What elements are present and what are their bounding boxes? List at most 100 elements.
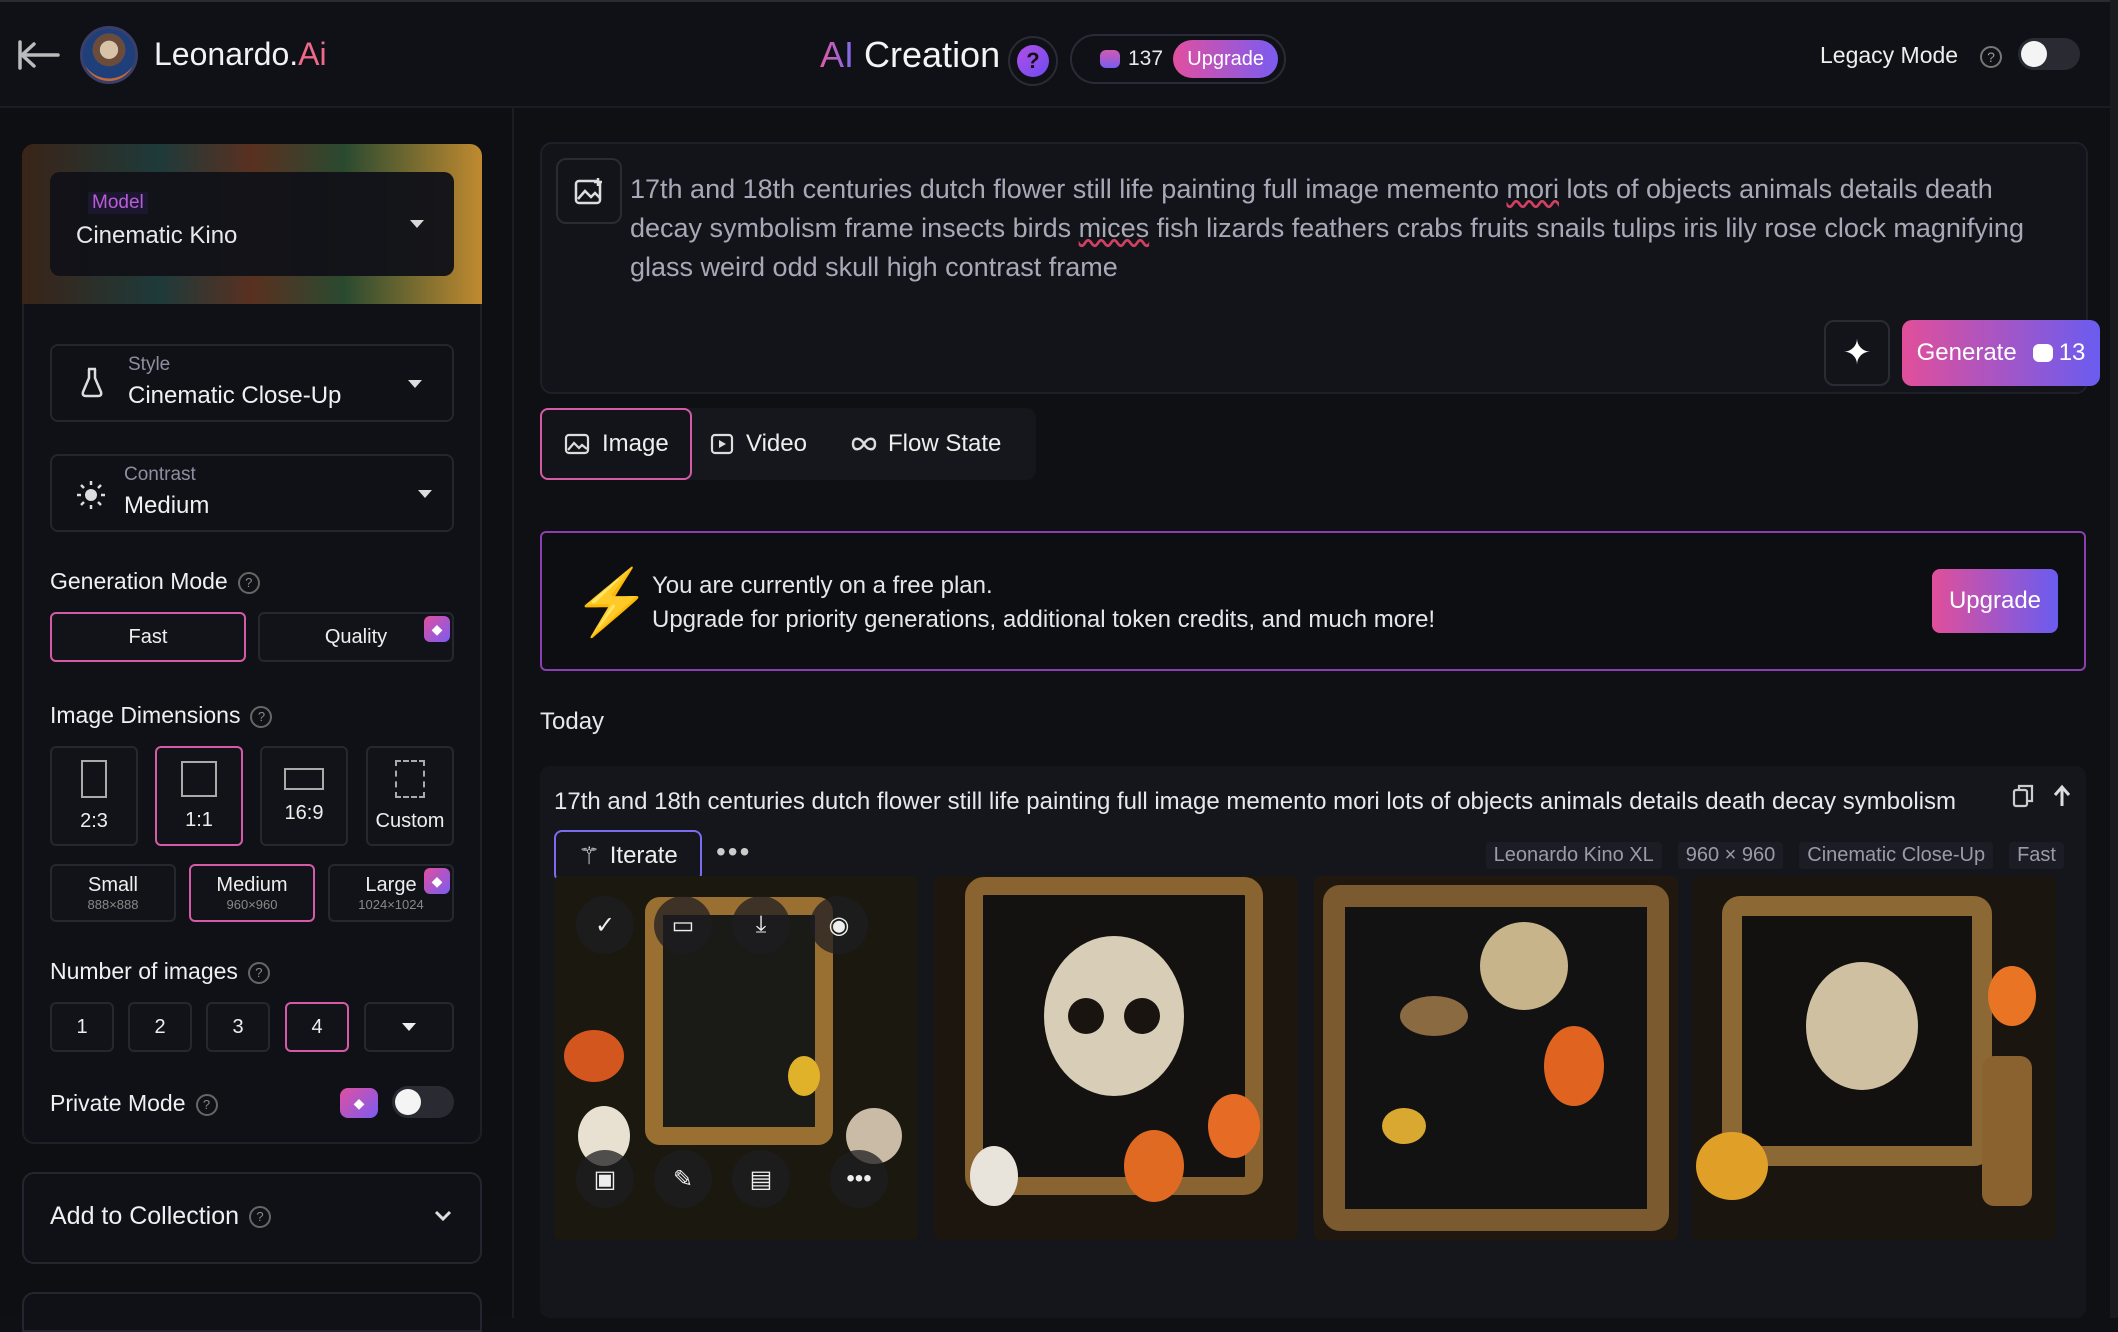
header-upgrade-button[interactable]: Upgrade <box>1173 40 1278 78</box>
next-section <box>22 1292 482 1332</box>
prompt-enhance-button[interactable]: ✦ <box>1824 320 1890 386</box>
tab-label: Video <box>746 430 807 457</box>
landscape-shape-icon <box>284 767 324 790</box>
aspect-2-3-button[interactable]: 2:3 <box>50 746 138 846</box>
aspect-label: Custom <box>375 809 445 832</box>
generated-image-4[interactable] <box>1692 876 2056 1240</box>
mode-fast-button[interactable]: Fast <box>50 612 246 662</box>
token-count: 137 <box>1128 47 1164 70</box>
generate-button[interactable]: Generate 13 <box>1902 320 2100 386</box>
portrait-shape-icon <box>81 759 107 798</box>
tab-video[interactable]: Video <box>710 408 820 480</box>
num-images-4[interactable]: 4 <box>285 1002 349 1052</box>
help-icon[interactable]: ? <box>249 1206 272 1229</box>
help-icon[interactable]: ? <box>237 571 260 594</box>
add-to-collection-label: Add to Collection? <box>50 1202 272 1231</box>
motion-film-icon[interactable]: ▤ <box>732 1150 790 1208</box>
generated-image-1[interactable]: ✓ ▭ ⤓ ◉ ▣ ✎ ▤ ••• <box>554 876 918 1240</box>
help-icon[interactable]: ? <box>250 705 273 728</box>
more-icon[interactable]: ••• <box>830 1150 888 1208</box>
mode-quality-button[interactable]: Quality ◆ <box>258 612 454 662</box>
iterate-button[interactable]: ⚚ Iterate <box>554 830 702 882</box>
aspect-1-1-button[interactable]: 1:1 <box>155 746 243 846</box>
square-shape-icon <box>181 760 217 797</box>
page-scrollbar[interactable] <box>2110 0 2118 1318</box>
custom-shape-icon <box>395 759 425 798</box>
help-button[interactable]: ? <box>1008 36 1058 86</box>
tab-flow-state[interactable]: Flow State <box>850 408 1030 480</box>
aspect-label: 2:3 <box>80 809 108 832</box>
num-images-2[interactable]: 2 <box>128 1002 192 1052</box>
size-px: 960×960 <box>226 897 278 912</box>
premium-gem-icon: ◆ <box>424 868 450 894</box>
size-small-button[interactable]: Small 888×888 <box>50 864 176 922</box>
image-prompt-button[interactable] <box>556 158 622 224</box>
aspect-16-9-button[interactable]: 16:9 <box>260 746 348 846</box>
meta-model: Leonardo Kino XL <box>1485 842 1662 869</box>
download-icon[interactable]: ⤓ <box>732 896 790 954</box>
prompt-input[interactable]: 17th and 18th centuries dutch flower sti… <box>630 170 2050 287</box>
num-images-more-dropdown[interactable] <box>364 1002 454 1052</box>
token-icon <box>1100 50 1120 68</box>
token-balance[interactable]: 137 Upgrade <box>1070 34 1286 84</box>
more-options-icon[interactable]: ••• <box>716 836 751 868</box>
help-icon[interactable]: ? <box>247 961 270 984</box>
model-label: Model <box>88 192 148 214</box>
chevron-down-icon <box>402 1023 416 1031</box>
banner-text: You are currently on a free plan. Upgrade… <box>652 569 1435 637</box>
banner-line-1: You are currently on a free plan. <box>652 572 993 599</box>
generate-cost: 13 <box>2058 339 2086 366</box>
page-title: AI Creation <box>820 34 1001 75</box>
size-label: Medium <box>216 874 288 896</box>
private-mode-title: Private Mode? <box>50 1090 218 1117</box>
legacy-mode-toggle[interactable] <box>2018 38 2080 70</box>
tab-label: Image <box>602 430 669 457</box>
model-value: Cinematic Kino <box>76 222 238 249</box>
question-icon: ? <box>1017 45 1049 77</box>
prompt-box[interactable]: 17th and 18th centuries dutch flower sti… <box>540 142 2100 394</box>
add-to-collection-section[interactable]: Add to Collection? <box>22 1172 482 1264</box>
contrast-value: Medium <box>124 492 210 519</box>
mode-quality-label: Quality <box>324 625 388 648</box>
size-large-button[interactable]: Large 1024×1024 ◆ <box>328 864 454 922</box>
meta-style: Cinematic Close-Up <box>1799 842 1994 869</box>
add-image-icon <box>574 178 602 205</box>
style-dropdown[interactable]: Style Cinematic Close-Up <box>50 344 454 422</box>
legacy-help-icon[interactable]: ? <box>1980 46 2002 68</box>
model-selector[interactable]: Model Cinematic Kino <box>22 144 482 304</box>
num-images-3[interactable]: 3 <box>206 1002 270 1052</box>
section-today: Today <box>540 708 605 735</box>
contrast-dropdown[interactable]: Contrast Medium <box>50 454 454 532</box>
size-medium-button[interactable]: Medium 960×960 <box>189 864 315 922</box>
aspect-label: 16:9 <box>284 801 324 824</box>
aspect-custom-button[interactable]: Custom <box>366 746 454 846</box>
remove-background-icon[interactable]: ▣ <box>576 1150 634 1208</box>
magic-wand-icon[interactable]: ✎ <box>654 1150 712 1208</box>
sparkle-icon: ✦ <box>1842 334 1872 372</box>
banner-upgrade-button[interactable]: Upgrade <box>1932 569 2058 633</box>
brand-name: Leonardo.Ai <box>154 36 327 72</box>
generation-card: 17th and 18th centuries dutch flower sti… <box>540 766 2086 1318</box>
meta-size: 960 × 960 <box>1677 842 1784 869</box>
private-mode-toggle[interactable] <box>392 1086 454 1118</box>
eye-icon[interactable]: ◉ <box>810 896 868 954</box>
main-content: 17th and 18th centuries dutch flower sti… <box>514 108 2110 1318</box>
help-icon[interactable]: ? <box>195 1093 218 1116</box>
model-dropdown[interactable]: Model Cinematic Kino <box>50 172 454 276</box>
reuse-prompt-icon[interactable] <box>2052 784 2072 808</box>
skull-portrait-image <box>934 876 1298 1240</box>
size-label: Large <box>365 874 417 896</box>
chevron-down-icon <box>434 1210 452 1222</box>
generated-image-3[interactable] <box>1314 876 1678 1240</box>
generation-prompt: 17th and 18th centuries dutch flower sti… <box>554 788 1957 815</box>
generated-image-2[interactable] <box>934 876 1298 1240</box>
select-check-icon[interactable]: ✓ <box>576 896 634 954</box>
tab-image[interactable]: Image <box>540 408 692 480</box>
folder-icon[interactable]: ▭ <box>654 896 712 954</box>
copy-icon[interactable] <box>2012 784 2034 808</box>
generation-mode-title: Generation Mode? <box>50 568 260 595</box>
generate-label: Generate <box>1916 339 2017 366</box>
tab-label: Flow State <box>888 430 1002 457</box>
num-images-1[interactable]: 1 <box>50 1002 114 1052</box>
back-arrow-icon[interactable] <box>18 38 62 72</box>
